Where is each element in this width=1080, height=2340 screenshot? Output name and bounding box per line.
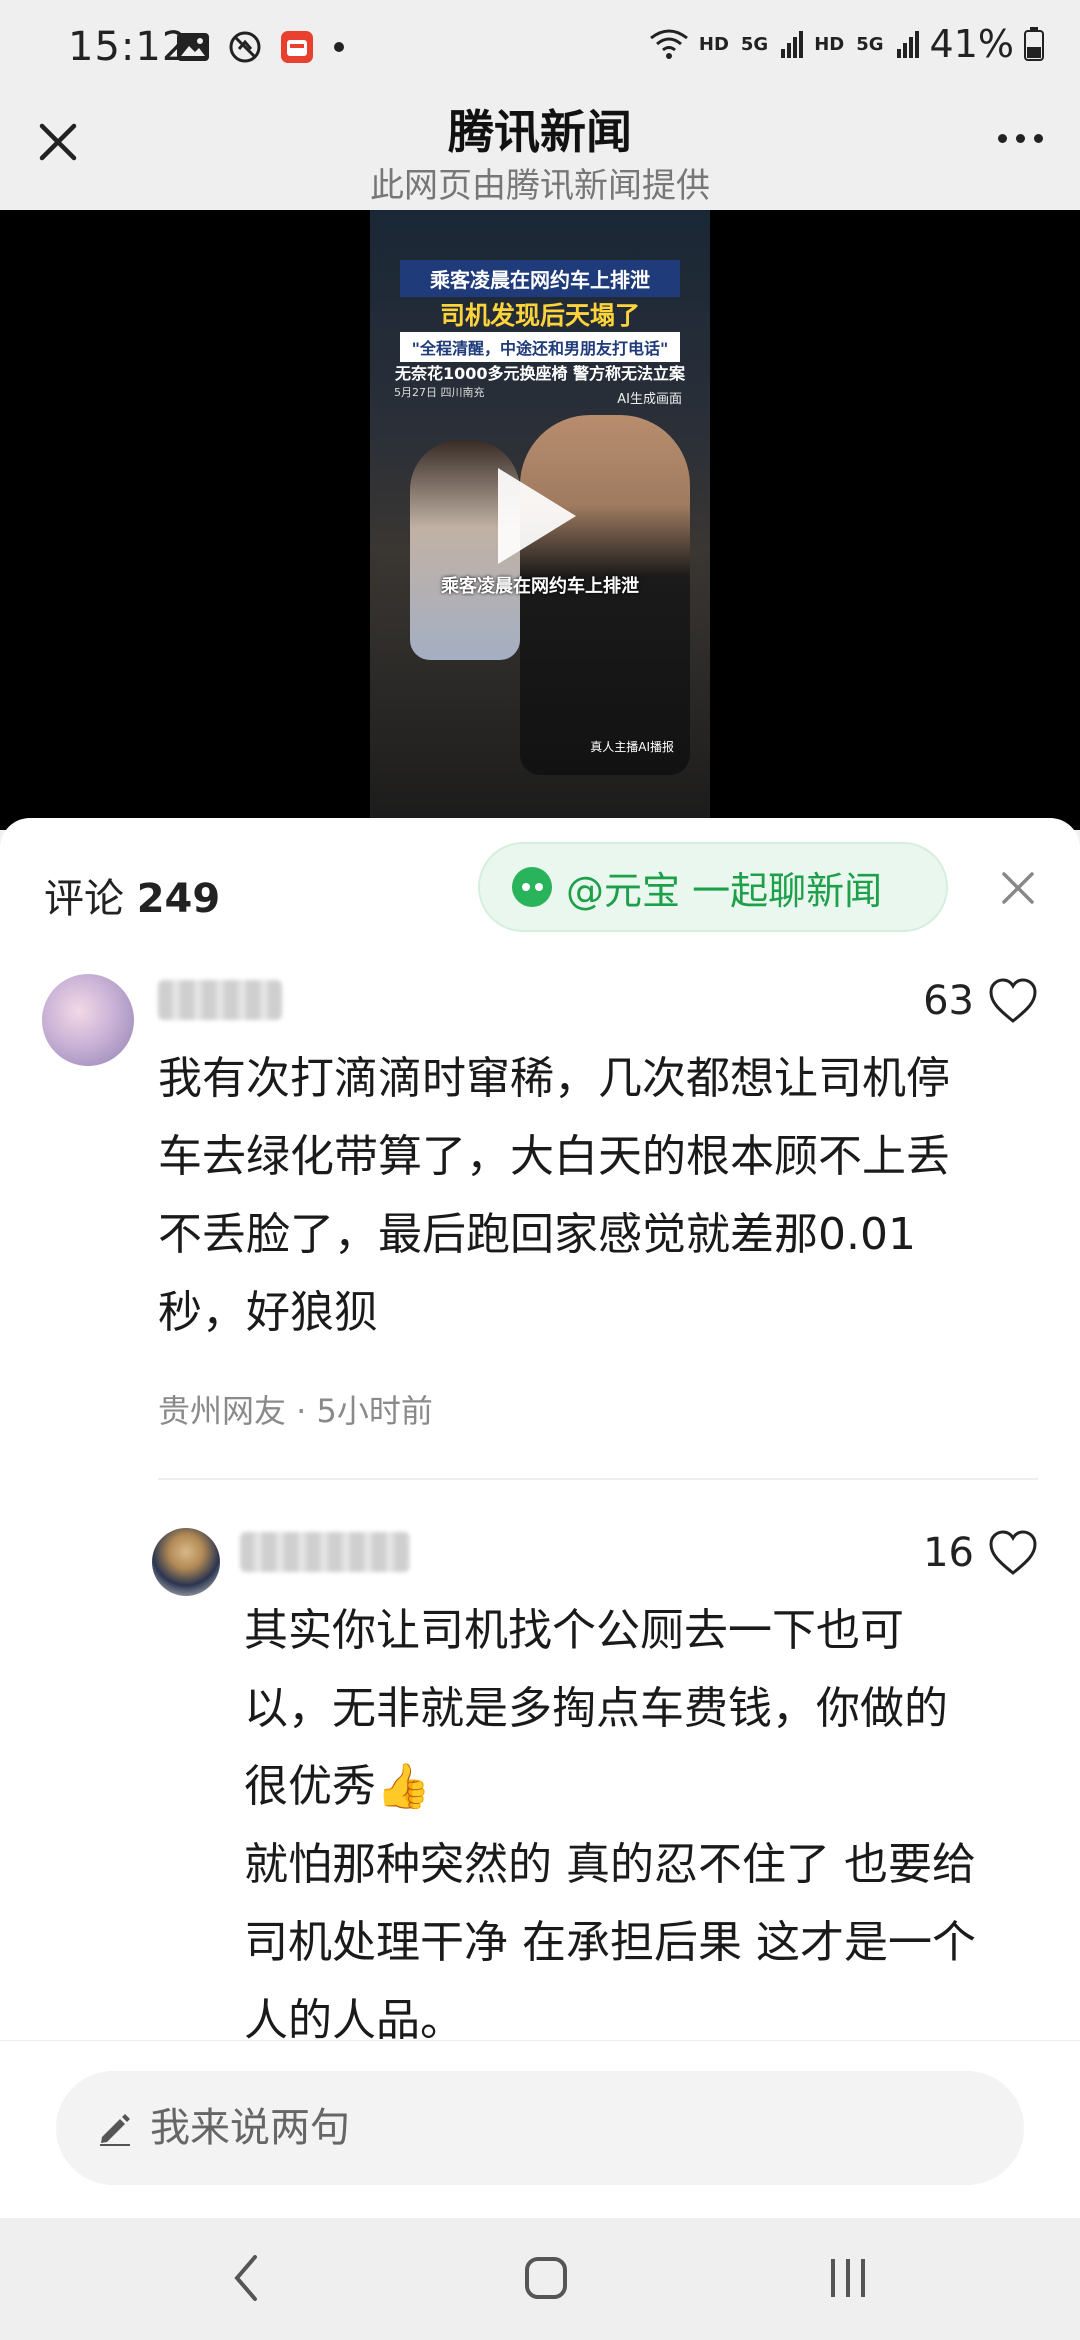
app-badge-icon xyxy=(281,31,313,63)
status-right: HD 5G HD 5G 41% xyxy=(649,22,1044,66)
comment-input-container[interactable] xyxy=(56,2071,1024,2185)
avatar[interactable] xyxy=(42,974,134,1066)
home-icon xyxy=(525,2257,567,2299)
network-tag-hd-1: HD xyxy=(698,33,729,55)
dot-icon xyxy=(334,42,344,52)
page-title: 腾讯新闻 xyxy=(448,105,632,159)
video-headline-3: "全程清醒，中途还和男朋友打电话" xyxy=(400,332,680,362)
like-control[interactable]: 16 xyxy=(923,1530,1038,1576)
image-icon xyxy=(177,33,209,61)
comment-text: 我有次打滴滴时窜稀，几次都想让司机停车去绿化带算了，大白天的根本顾不上丢不丢脸了… xyxy=(158,1053,950,1338)
status-time: 15:12 xyxy=(68,24,189,70)
pencil-icon xyxy=(100,2114,130,2146)
signal-icon-2 xyxy=(896,31,919,58)
close-comments-button[interactable] xyxy=(998,868,1038,908)
reply-text: 其实你让司机找个公厕去一下也可以，无非就是多掏点车费钱，你做的很优秀👍 就怕那种… xyxy=(244,1605,976,2046)
nav-back-button[interactable] xyxy=(206,2248,286,2308)
close-icon xyxy=(1002,872,1034,904)
video-caption: 乘客凌晨在网约车上排泄 xyxy=(441,576,639,597)
video-headline-2: 司机发现后天塌了 xyxy=(439,301,640,330)
recents-icon xyxy=(831,2259,865,2297)
signal-icon xyxy=(781,31,804,58)
more-dot xyxy=(1015,133,1025,143)
username-blurred[interactable] xyxy=(158,980,282,1020)
nav-recents-button[interactable] xyxy=(808,2248,888,2308)
comment-meta: 贵州网友 · 5小时前 xyxy=(158,1392,433,1430)
play-icon[interactable] xyxy=(498,468,576,564)
avatar[interactable] xyxy=(152,1528,220,1596)
video-headline-4: 无奈花1000多元换座椅 警方称无法立案 xyxy=(394,364,686,383)
system-nav-bar xyxy=(0,2218,1080,2340)
network-tag-hd-2: HD xyxy=(814,33,845,55)
like-control[interactable]: 63 xyxy=(923,978,1038,1024)
network-tag-5g-2: 5G xyxy=(856,33,884,55)
page-subtitle: 此网页由腾讯新闻提供 xyxy=(370,166,710,206)
comments-count: 249 xyxy=(136,876,221,922)
more-dot xyxy=(1033,133,1043,143)
status-bar: 15:12 HD 5G HD 5G 41% xyxy=(0,0,1080,96)
comment-input-bar xyxy=(0,2040,1080,2218)
video-player[interactable]: 乘客凌晨在网约车上排泄 司机发现后天塌了 "全程清醒，中途还和男朋友打电话" 无… xyxy=(0,210,1080,830)
more-dot xyxy=(997,133,1007,143)
video-ai-tag: AI生成画面 xyxy=(617,392,682,407)
battery-percent: 41% xyxy=(929,22,1014,66)
battery-icon xyxy=(1024,27,1044,61)
comments-sheet: 评论 249 @元宝 一起聊新闻 63 我有次打滴滴时窜稀，几次都想让司机停车去… xyxy=(0,818,1080,2218)
nav-home-button[interactable] xyxy=(506,2248,586,2308)
video-thumbnail[interactable]: 乘客凌晨在网约车上排泄 司机发现后天塌了 "全程清醒，中途还和男朋友打电话" 无… xyxy=(370,210,710,830)
video-headline-1: 乘客凌晨在网约车上排泄 xyxy=(400,260,680,297)
heart-icon[interactable] xyxy=(988,978,1038,1024)
no-disturb-icon xyxy=(229,31,261,63)
yuanbao-button-label: @元宝 一起聊新闻 xyxy=(566,868,883,913)
title-bar: 腾讯新闻 此网页由腾讯新闻提供 xyxy=(0,96,1080,210)
username-blurred[interactable] xyxy=(240,1532,410,1572)
comment-input[interactable] xyxy=(150,2105,950,2151)
yuanbao-icon xyxy=(512,867,552,907)
yuanbao-chat-button[interactable]: @元宝 一起聊新闻 xyxy=(478,842,948,932)
video-date-location: 5月27日 四川南充 xyxy=(394,386,485,399)
video-bottom-tag: 真人主播AI播报 xyxy=(590,740,674,754)
more-menu-button[interactable] xyxy=(990,118,1050,158)
status-notification-icons xyxy=(176,30,346,64)
divider xyxy=(158,1478,1038,1480)
wifi-icon xyxy=(649,29,688,59)
like-count: 16 xyxy=(923,1530,974,1576)
comments-label: 评论 xyxy=(44,876,124,922)
comments-header: 评论 249 xyxy=(44,866,220,924)
like-count: 63 xyxy=(923,978,974,1024)
back-icon xyxy=(234,2255,257,2301)
network-tag-5g-1: 5G xyxy=(740,33,769,55)
heart-icon[interactable] xyxy=(988,1530,1038,1576)
